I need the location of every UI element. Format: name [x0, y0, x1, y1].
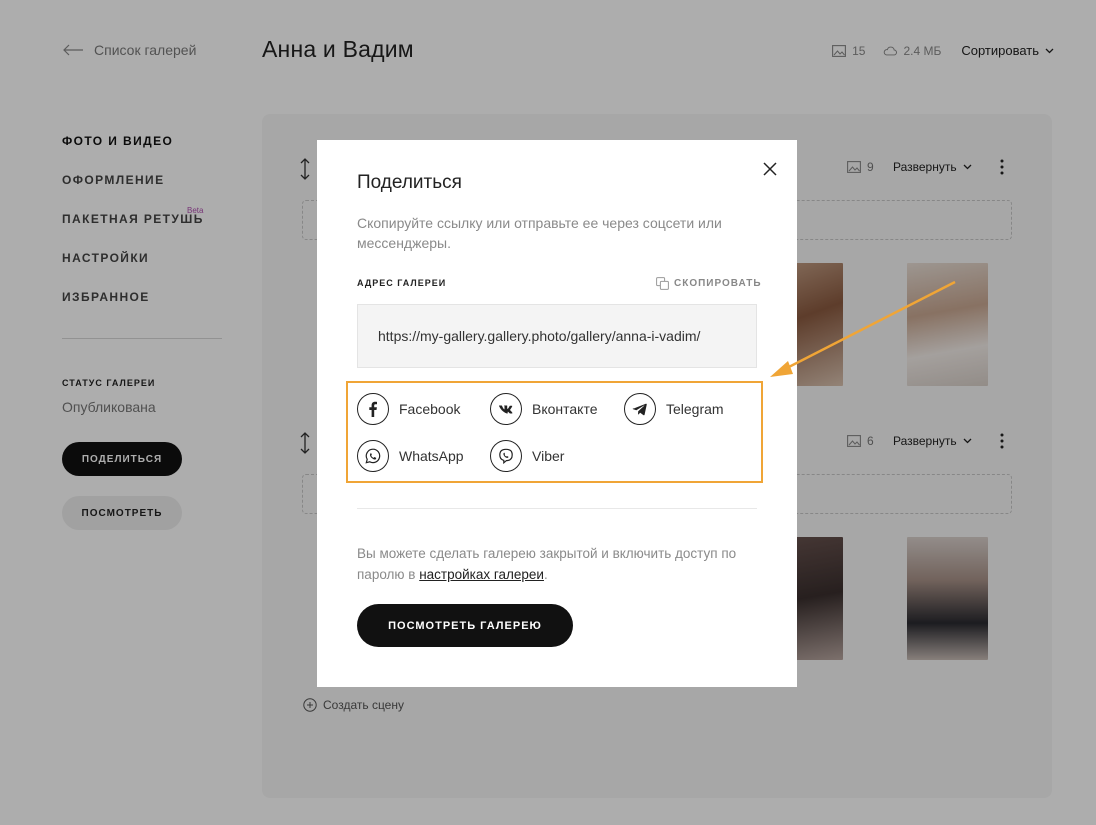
- gallery-address-label: АДРЕС ГАЛЕРЕИ: [357, 278, 447, 288]
- view-gallery-button[interactable]: ПОСМОТРЕТЬ ГАЛЕРЕЮ: [357, 604, 573, 647]
- share-telegram-button[interactable]: Telegram: [624, 393, 724, 425]
- modal-title: Поделиться: [357, 172, 462, 193]
- social-label: Facebook: [399, 401, 461, 417]
- share-facebook-button[interactable]: Facebook: [357, 393, 460, 425]
- social-label: Viber: [532, 448, 565, 464]
- share-viber-button[interactable]: Viber: [490, 440, 564, 472]
- modal-description: Скопируйте ссылку или отправьте ее через…: [357, 215, 722, 251]
- facebook-icon: [357, 393, 389, 425]
- privacy-note: Вы можете сделать галерею закрытой и вкл…: [357, 543, 767, 585]
- share-modal: Поделиться Скопируйте ссылку или отправь…: [317, 140, 797, 687]
- whatsapp-icon: [357, 440, 389, 472]
- copy-icon: [656, 277, 669, 290]
- vk-icon: [490, 393, 522, 425]
- close-icon[interactable]: [762, 161, 778, 177]
- social-label: WhatsApp: [399, 448, 464, 464]
- share-whatsapp-button[interactable]: WhatsApp: [357, 440, 464, 472]
- copy-link-button[interactable]: СКОПИРОВАТЬ: [656, 277, 762, 290]
- modal-divider: [357, 508, 757, 509]
- gallery-url-field[interactable]: https://my-gallery.gallery.photo/gallery…: [357, 304, 757, 368]
- viber-icon: [490, 440, 522, 472]
- telegram-icon: [624, 393, 656, 425]
- social-label: Telegram: [666, 401, 724, 417]
- share-vk-button[interactable]: Вконтакте: [490, 393, 598, 425]
- gallery-settings-link[interactable]: настройках галереи: [419, 567, 544, 582]
- note-suffix: .: [543, 567, 548, 582]
- social-label: Вконтакте: [532, 401, 598, 417]
- copy-label: СКОПИРОВАТЬ: [674, 278, 762, 289]
